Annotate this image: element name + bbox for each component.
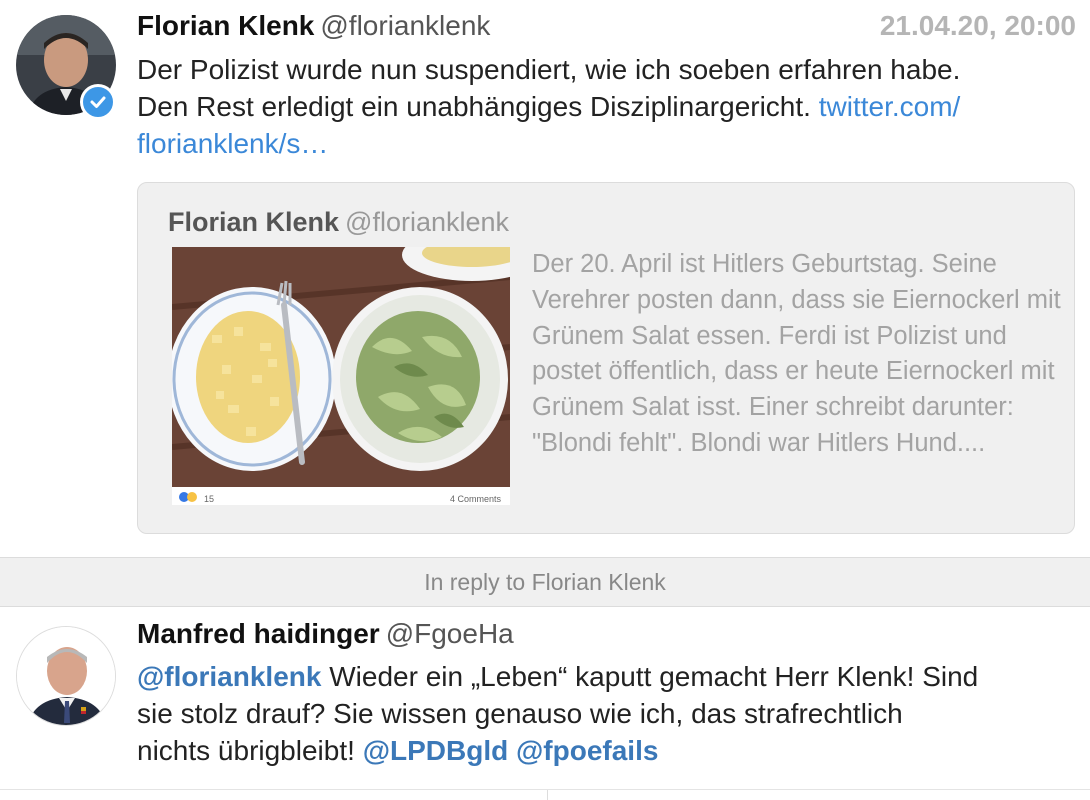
- tweet-text: Der Polizist wurde nun suspendiert, wie …: [137, 51, 960, 162]
- tweet-timestamp[interactable]: 21.04.20, 20:00: [880, 10, 1076, 42]
- image-reaction-count: 15: [204, 494, 214, 504]
- mention-link[interactable]: @fpoefails: [516, 735, 658, 766]
- quoted-author-handle: @florianklenk: [345, 207, 510, 237]
- tweet-manfred-haidinger: Manfred haidinger @FgoeHa @florianklenk W…: [0, 606, 1090, 790]
- author-handle[interactable]: @florianklenk: [320, 10, 490, 41]
- quoted-tweet-header: Florian Klenk @florianklenk: [168, 207, 509, 238]
- quoted-author-name: Florian Klenk: [168, 207, 340, 237]
- quoted-tweet-card[interactable]: Florian Klenk @florianklenk 15 4 Comment…: [137, 182, 1075, 534]
- tweet-text-line: nichts übrigbleibt!: [137, 735, 363, 766]
- tweet-text-line: Den Rest erledigt ein unabhängiges Diszi…: [137, 91, 811, 122]
- tweet-text-line: Wieder ein „Leben“ kaputt gemacht Herr K…: [321, 661, 979, 692]
- author-handle[interactable]: @FgoeHa: [386, 618, 514, 649]
- tweet-header: Manfred haidinger @FgoeHa: [137, 618, 514, 650]
- verified-badge-icon: [80, 84, 116, 120]
- mention-link[interactable]: @LPDBgld: [363, 735, 509, 766]
- tweet-text: @florianklenk Wieder ein „Leben“ kaputt …: [137, 658, 978, 769]
- tweet-header: Florian Klenk @florianklenk: [137, 10, 490, 42]
- tweet-link[interactable]: twitter.com/: [819, 91, 961, 122]
- image-comments-count: 4 Comments: [450, 494, 502, 504]
- author-name[interactable]: Florian Klenk: [137, 10, 314, 41]
- mention-link[interactable]: @florianklenk: [137, 661, 321, 692]
- tweet-link-continued[interactable]: florianklenk/s…: [137, 128, 328, 159]
- tweet-text-line: Der Polizist wurde nun suspendiert, wie …: [137, 54, 961, 85]
- in-reply-to-bar[interactable]: In reply to Florian Klenk: [0, 557, 1090, 607]
- quoted-tweet-text: Der 20. April ist Hitlers Geburtstag. Se…: [532, 250, 1061, 457]
- author-name[interactable]: Manfred haidinger: [137, 618, 380, 649]
- avatar-manfred-haidinger[interactable]: [16, 626, 116, 726]
- quoted-tweet-image[interactable]: 15 4 Comments: [172, 247, 510, 505]
- tweet-florian-klenk: Florian Klenk @florianklenk 21.04.20, 20:…: [0, 0, 1090, 182]
- divider: [0, 789, 1090, 790]
- tweet-text-line: sie stolz drauf? Sie wissen genauso wie …: [137, 698, 903, 729]
- divider: [547, 790, 548, 800]
